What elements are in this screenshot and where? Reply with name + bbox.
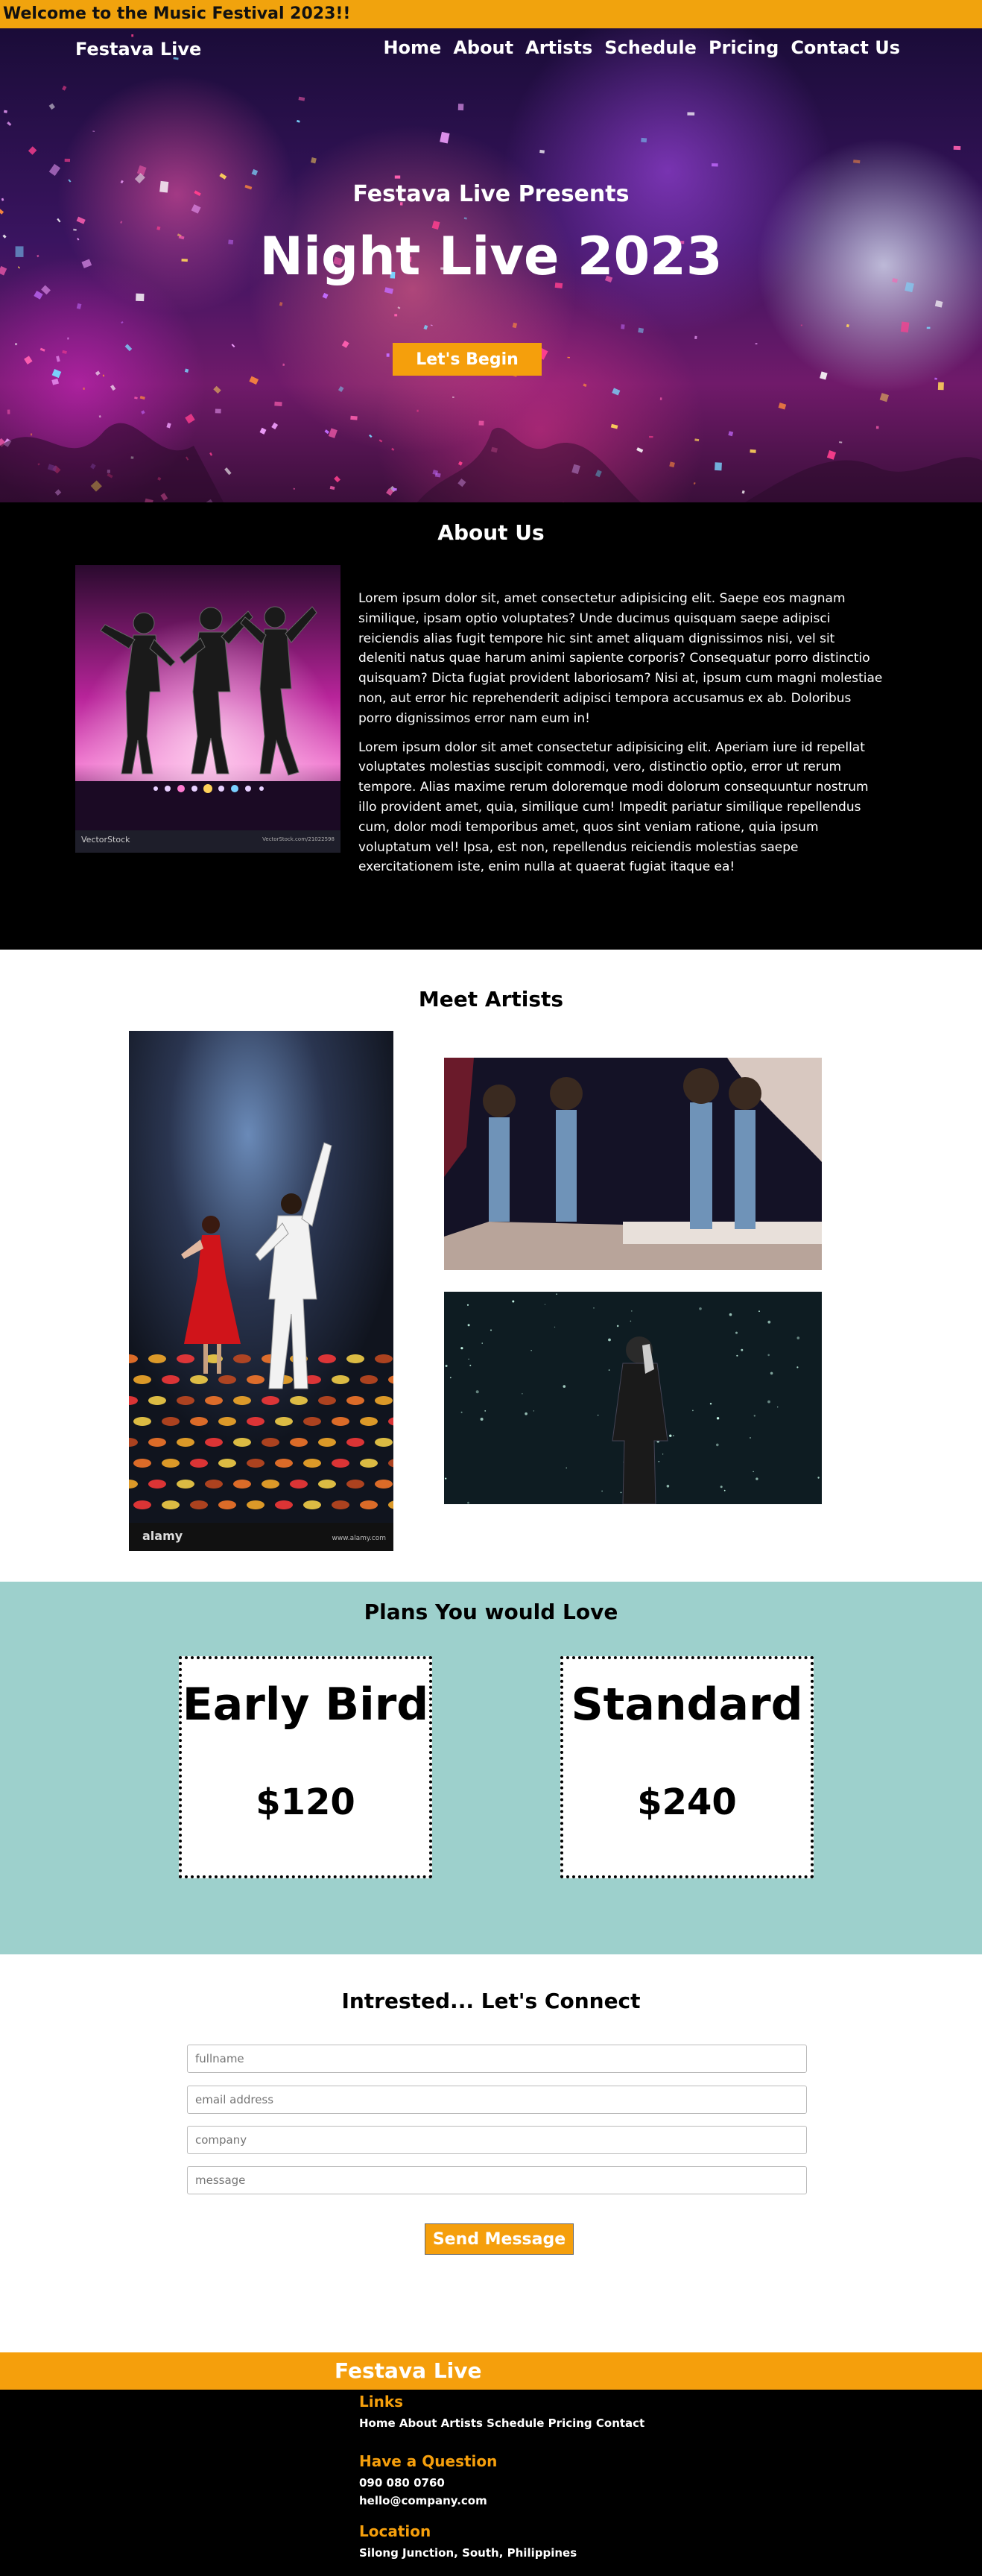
plan-price: $240 (637, 1781, 737, 1823)
nav-pricing[interactable]: Pricing (709, 37, 779, 58)
email-input[interactable] (187, 2086, 807, 2114)
about-text: Lorem ipsum dolor sit, amet consectetur … (358, 589, 884, 886)
hero-subtitle: Festava Live Presents (352, 181, 630, 207)
plan-name: Standard (571, 1679, 803, 1731)
plan-card-early-bird[interactable]: Early Bird $120 (179, 1656, 432, 1878)
footer-brand: Festava Live (335, 2358, 482, 2383)
brand-logo[interactable]: Festava Live (75, 39, 201, 60)
artists-section: Meet Artists alamy www.alamy.com (0, 950, 982, 1582)
welcome-bar: Welcome to the Music Festival 2023!! (0, 0, 982, 28)
artists-title: Meet Artists (418, 987, 564, 1011)
about-dancers-image: VectorStock VectorStock.com/21022598 (75, 565, 340, 853)
plan-price: $120 (256, 1781, 355, 1823)
contact-title: Intrested... Let's Connect (341, 1989, 641, 2013)
vectorstock-watermark: VectorStock (81, 835, 130, 845)
nav-artists[interactable]: Artists (525, 37, 592, 58)
artist-solo-singer-image (444, 1292, 822, 1504)
plans-title: Plans You would Love (364, 1600, 618, 1624)
alamy-url: www.alamy.com (332, 1535, 386, 1542)
footer-email[interactable]: hello@company.com (359, 2494, 487, 2507)
vectorstock-id: VectorStock.com/21022598 (262, 836, 335, 842)
welcome-text: Welcome to the Music Festival 2023!! (3, 4, 351, 23)
about-paragraph-1: Lorem ipsum dolor sit, amet consectetur … (358, 591, 883, 726)
nav-home[interactable]: Home (383, 37, 441, 58)
footer-links[interactable]: Home About Artists Schedule Pricing Cont… (359, 2416, 644, 2430)
about-section: About Us VectorStock VectorStock.com/210… (0, 502, 982, 950)
main-nav: Home About Artists Schedule Pricing Cont… (383, 37, 900, 58)
alamy-watermark: alamy (142, 1529, 183, 1543)
footer-location: Silong Junction, South, Philippines (359, 2546, 577, 2560)
send-message-button[interactable]: Send Message (425, 2223, 574, 2255)
plans-section: Plans You would Love Early Bird $120 Sta… (0, 1582, 982, 1954)
footer-location-title: Location (359, 2522, 431, 2540)
artist-disco-dancers-image: alamy www.alamy.com (129, 1031, 393, 1551)
footer-brand-bar: Festava Live (0, 2352, 982, 2390)
nav-contact[interactable]: Contact Us (791, 37, 900, 58)
footer-phone[interactable]: 090 080 0760 (359, 2476, 445, 2490)
fullname-input[interactable] (187, 2045, 807, 2073)
about-title: About Us (437, 520, 545, 545)
nav-schedule[interactable]: Schedule (604, 37, 697, 58)
message-input[interactable] (187, 2166, 807, 2194)
artist-group-singers-image (444, 1058, 822, 1270)
plan-name: Early Bird (182, 1679, 429, 1731)
plan-card-standard[interactable]: Standard $240 (560, 1656, 814, 1878)
company-input[interactable] (187, 2126, 807, 2154)
about-paragraph-2: Lorem ipsum dolor sit amet consectetur a… (358, 739, 869, 875)
footer-links-title: Links (359, 2393, 404, 2411)
contact-section: Intrested... Let's Connect Send Message (0, 1954, 982, 2352)
hero-section: Festava Live Home About Artists Schedule… (0, 28, 982, 502)
nav-about[interactable]: About (453, 37, 513, 58)
footer-question-title: Have a Question (359, 2452, 498, 2470)
hero-title: Night Live 2023 (259, 226, 723, 287)
footer: Links Home About Artists Schedule Pricin… (0, 2390, 982, 2576)
lets-begin-button[interactable]: Let's Begin (393, 343, 542, 376)
